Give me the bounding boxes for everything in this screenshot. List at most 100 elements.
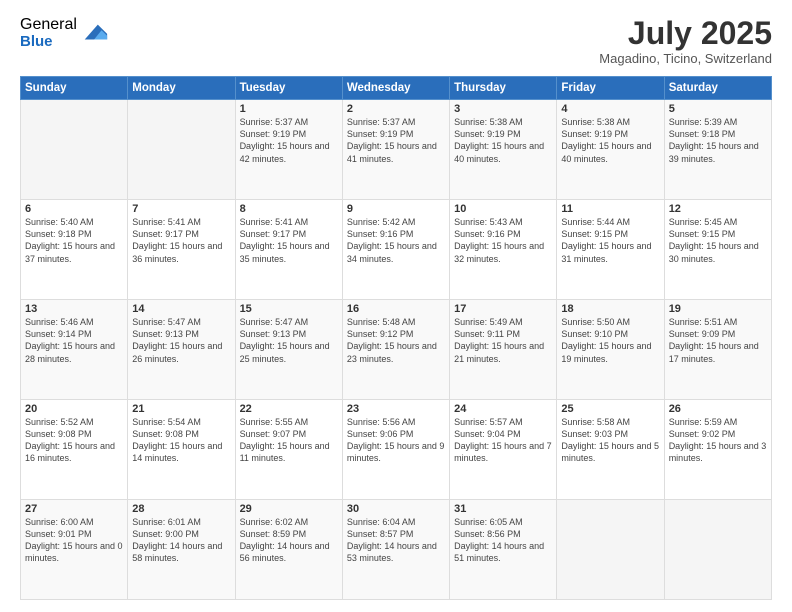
- calendar-day-cell: 31Sunrise: 6:05 AM Sunset: 8:56 PM Dayli…: [450, 500, 557, 600]
- main-title: July 2025: [599, 16, 772, 51]
- logo-icon: [81, 19, 109, 47]
- day-number: 11: [561, 203, 659, 215]
- calendar-day-cell: 20Sunrise: 5:52 AM Sunset: 9:08 PM Dayli…: [21, 400, 128, 500]
- day-info: Sunrise: 5:47 AM Sunset: 9:13 PM Dayligh…: [132, 316, 230, 365]
- calendar-day-cell: 19Sunrise: 5:51 AM Sunset: 9:09 PM Dayli…: [664, 300, 771, 400]
- day-number: 23: [347, 403, 445, 415]
- calendar-day-cell: 1Sunrise: 5:37 AM Sunset: 9:19 PM Daylig…: [235, 100, 342, 200]
- calendar-day-cell: 4Sunrise: 5:38 AM Sunset: 9:19 PM Daylig…: [557, 100, 664, 200]
- calendar-day-cell: 9Sunrise: 5:42 AM Sunset: 9:16 PM Daylig…: [342, 200, 449, 300]
- calendar-week-row: 27Sunrise: 6:00 AM Sunset: 9:01 PM Dayli…: [21, 500, 772, 600]
- calendar-header-row: SundayMondayTuesdayWednesdayThursdayFrid…: [21, 77, 772, 100]
- day-number: 4: [561, 103, 659, 115]
- day-info: Sunrise: 5:55 AM Sunset: 9:07 PM Dayligh…: [240, 416, 338, 465]
- day-number: 30: [347, 503, 445, 515]
- calendar-day-cell: 21Sunrise: 5:54 AM Sunset: 9:08 PM Dayli…: [128, 400, 235, 500]
- day-number: 26: [669, 403, 767, 415]
- day-info: Sunrise: 5:38 AM Sunset: 9:19 PM Dayligh…: [561, 116, 659, 165]
- calendar-day-cell: [664, 500, 771, 600]
- calendar-day-cell: 16Sunrise: 5:48 AM Sunset: 9:12 PM Dayli…: [342, 300, 449, 400]
- calendar-day-cell: 12Sunrise: 5:45 AM Sunset: 9:15 PM Dayli…: [664, 200, 771, 300]
- day-info: Sunrise: 6:04 AM Sunset: 8:57 PM Dayligh…: [347, 516, 445, 565]
- header: General Blue July 2025 Magadino, Ticino,…: [20, 16, 772, 66]
- day-number: 19: [669, 303, 767, 315]
- day-info: Sunrise: 5:51 AM Sunset: 9:09 PM Dayligh…: [669, 316, 767, 365]
- day-number: 15: [240, 303, 338, 315]
- calendar-day-cell: 18Sunrise: 5:50 AM Sunset: 9:10 PM Dayli…: [557, 300, 664, 400]
- day-number: 2: [347, 103, 445, 115]
- day-info: Sunrise: 5:41 AM Sunset: 9:17 PM Dayligh…: [132, 216, 230, 265]
- calendar-day-cell: 22Sunrise: 5:55 AM Sunset: 9:07 PM Dayli…: [235, 400, 342, 500]
- day-info: Sunrise: 5:44 AM Sunset: 9:15 PM Dayligh…: [561, 216, 659, 265]
- calendar-day-cell: 14Sunrise: 5:47 AM Sunset: 9:13 PM Dayli…: [128, 300, 235, 400]
- calendar-day-cell: 13Sunrise: 5:46 AM Sunset: 9:14 PM Dayli…: [21, 300, 128, 400]
- calendar-day-cell: [557, 500, 664, 600]
- day-info: Sunrise: 5:58 AM Sunset: 9:03 PM Dayligh…: [561, 416, 659, 465]
- day-number: 17: [454, 303, 552, 315]
- day-info: Sunrise: 6:00 AM Sunset: 9:01 PM Dayligh…: [25, 516, 123, 565]
- day-number: 31: [454, 503, 552, 515]
- day-of-week-header: Tuesday: [235, 77, 342, 100]
- calendar-day-cell: 30Sunrise: 6:04 AM Sunset: 8:57 PM Dayli…: [342, 500, 449, 600]
- logo-blue: Blue: [20, 34, 77, 51]
- day-number: 10: [454, 203, 552, 215]
- calendar-day-cell: 8Sunrise: 5:41 AM Sunset: 9:17 PM Daylig…: [235, 200, 342, 300]
- day-info: Sunrise: 6:02 AM Sunset: 8:59 PM Dayligh…: [240, 516, 338, 565]
- calendar-day-cell: 23Sunrise: 5:56 AM Sunset: 9:06 PM Dayli…: [342, 400, 449, 500]
- calendar-day-cell: 24Sunrise: 5:57 AM Sunset: 9:04 PM Dayli…: [450, 400, 557, 500]
- day-info: Sunrise: 5:38 AM Sunset: 9:19 PM Dayligh…: [454, 116, 552, 165]
- logo-general: General: [20, 16, 77, 34]
- calendar-day-cell: [128, 100, 235, 200]
- calendar-day-cell: 17Sunrise: 5:49 AM Sunset: 9:11 PM Dayli…: [450, 300, 557, 400]
- page: General Blue July 2025 Magadino, Ticino,…: [0, 0, 792, 612]
- day-number: 28: [132, 503, 230, 515]
- day-of-week-header: Saturday: [664, 77, 771, 100]
- day-info: Sunrise: 5:49 AM Sunset: 9:11 PM Dayligh…: [454, 316, 552, 365]
- day-number: 20: [25, 403, 123, 415]
- day-number: 16: [347, 303, 445, 315]
- day-info: Sunrise: 5:50 AM Sunset: 9:10 PM Dayligh…: [561, 316, 659, 365]
- day-info: Sunrise: 5:42 AM Sunset: 9:16 PM Dayligh…: [347, 216, 445, 265]
- day-of-week-header: Thursday: [450, 77, 557, 100]
- day-info: Sunrise: 5:46 AM Sunset: 9:14 PM Dayligh…: [25, 316, 123, 365]
- subtitle: Magadino, Ticino, Switzerland: [599, 51, 772, 66]
- day-info: Sunrise: 5:37 AM Sunset: 9:19 PM Dayligh…: [240, 116, 338, 165]
- calendar-day-cell: 5Sunrise: 5:39 AM Sunset: 9:18 PM Daylig…: [664, 100, 771, 200]
- day-info: Sunrise: 5:57 AM Sunset: 9:04 PM Dayligh…: [454, 416, 552, 465]
- day-info: Sunrise: 6:01 AM Sunset: 9:00 PM Dayligh…: [132, 516, 230, 565]
- title-block: July 2025 Magadino, Ticino, Switzerland: [599, 16, 772, 66]
- calendar-week-row: 1Sunrise: 5:37 AM Sunset: 9:19 PM Daylig…: [21, 100, 772, 200]
- day-number: 3: [454, 103, 552, 115]
- day-of-week-header: Friday: [557, 77, 664, 100]
- logo: General Blue: [20, 16, 109, 50]
- day-info: Sunrise: 5:40 AM Sunset: 9:18 PM Dayligh…: [25, 216, 123, 265]
- day-info: Sunrise: 5:59 AM Sunset: 9:02 PM Dayligh…: [669, 416, 767, 465]
- day-info: Sunrise: 5:43 AM Sunset: 9:16 PM Dayligh…: [454, 216, 552, 265]
- day-number: 18: [561, 303, 659, 315]
- calendar-day-cell: 27Sunrise: 6:00 AM Sunset: 9:01 PM Dayli…: [21, 500, 128, 600]
- day-number: 21: [132, 403, 230, 415]
- calendar-week-row: 13Sunrise: 5:46 AM Sunset: 9:14 PM Dayli…: [21, 300, 772, 400]
- calendar-day-cell: 7Sunrise: 5:41 AM Sunset: 9:17 PM Daylig…: [128, 200, 235, 300]
- day-number: 22: [240, 403, 338, 415]
- logo-text: General Blue: [20, 16, 77, 50]
- calendar-week-row: 6Sunrise: 5:40 AM Sunset: 9:18 PM Daylig…: [21, 200, 772, 300]
- day-number: 29: [240, 503, 338, 515]
- calendar-day-cell: 10Sunrise: 5:43 AM Sunset: 9:16 PM Dayli…: [450, 200, 557, 300]
- day-number: 7: [132, 203, 230, 215]
- day-info: Sunrise: 5:41 AM Sunset: 9:17 PM Dayligh…: [240, 216, 338, 265]
- day-info: Sunrise: 5:48 AM Sunset: 9:12 PM Dayligh…: [347, 316, 445, 365]
- day-number: 12: [669, 203, 767, 215]
- calendar-week-row: 20Sunrise: 5:52 AM Sunset: 9:08 PM Dayli…: [21, 400, 772, 500]
- day-number: 27: [25, 503, 123, 515]
- day-number: 1: [240, 103, 338, 115]
- day-info: Sunrise: 6:05 AM Sunset: 8:56 PM Dayligh…: [454, 516, 552, 565]
- calendar-day-cell: 3Sunrise: 5:38 AM Sunset: 9:19 PM Daylig…: [450, 100, 557, 200]
- calendar-day-cell: 29Sunrise: 6:02 AM Sunset: 8:59 PM Dayli…: [235, 500, 342, 600]
- calendar-day-cell: 26Sunrise: 5:59 AM Sunset: 9:02 PM Dayli…: [664, 400, 771, 500]
- day-info: Sunrise: 5:54 AM Sunset: 9:08 PM Dayligh…: [132, 416, 230, 465]
- day-info: Sunrise: 5:39 AM Sunset: 9:18 PM Dayligh…: [669, 116, 767, 165]
- day-number: 25: [561, 403, 659, 415]
- day-number: 13: [25, 303, 123, 315]
- calendar-day-cell: 11Sunrise: 5:44 AM Sunset: 9:15 PM Dayli…: [557, 200, 664, 300]
